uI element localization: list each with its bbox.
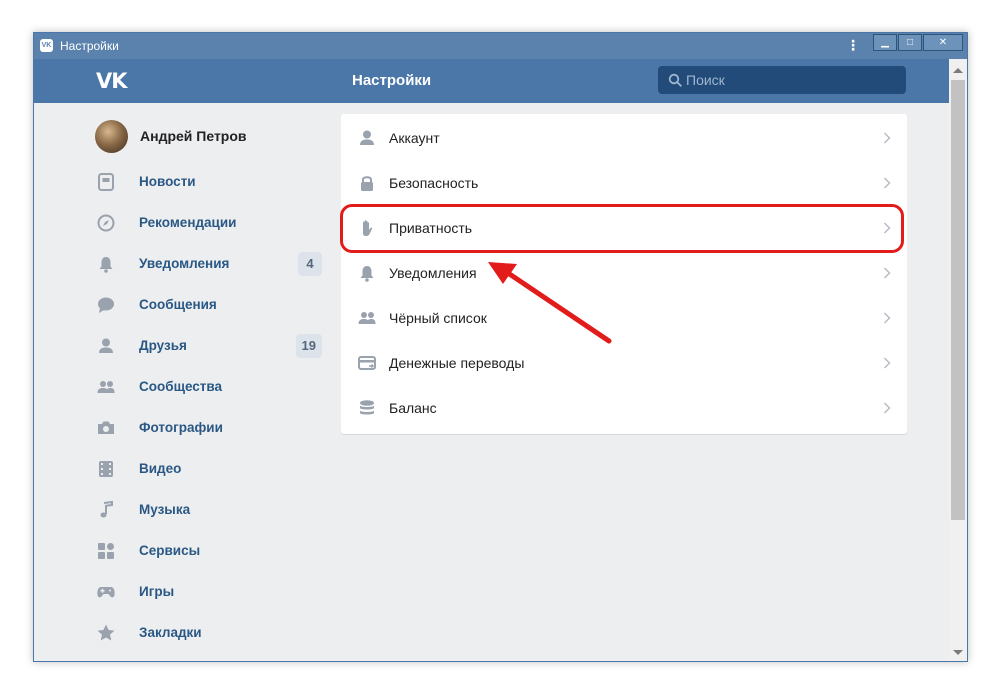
grid-icon (95, 540, 117, 562)
sidebar-item-notifications[interactable]: Уведомления 4 (95, 243, 322, 284)
sidebar-item-photos[interactable]: Фотографии (95, 407, 322, 448)
chevron-right-icon (883, 402, 891, 414)
sidebar-item-music[interactable]: Музыка (95, 489, 322, 530)
star-icon (95, 622, 117, 644)
chevron-right-icon (883, 132, 891, 144)
top-header: VK Настройки (34, 59, 949, 103)
notification-count-badge: 4 (298, 252, 322, 276)
close-button[interactable]: ✕ (923, 34, 963, 51)
sidebar-item-label: Видео (139, 461, 182, 476)
vertical-scrollbar[interactable] (949, 59, 967, 661)
chevron-right-icon (883, 177, 891, 189)
bell-icon (357, 263, 377, 283)
camera-icon (95, 417, 117, 439)
settings-item-label: Баланс (389, 400, 437, 416)
settings-item-security[interactable]: Безопасность (341, 161, 907, 206)
chevron-right-icon (883, 267, 891, 279)
sidebar-nav: Новости Рекомендации Уведомления 4 Сообщ… (95, 161, 322, 653)
bell-icon (95, 253, 117, 275)
sidebar-item-video[interactable]: Видео (95, 448, 322, 489)
maximize-button[interactable]: □ (898, 34, 922, 51)
sidebar-item-label: Уведомления (139, 256, 230, 271)
people-icon (357, 308, 377, 328)
sidebar-item-messages[interactable]: Сообщения (95, 284, 322, 325)
settings-item-balance[interactable]: Баланс (341, 386, 907, 431)
sidebar-item-label: Сообщества (139, 379, 223, 394)
settings-item-notifications[interactable]: Уведомления (341, 251, 907, 296)
settings-item-label: Аккаунт (389, 130, 440, 146)
settings-item-privacy[interactable]: Приватность (341, 206, 907, 251)
profile-link[interactable]: Андрей Петров (95, 119, 247, 153)
sidebar-item-bookmarks[interactable]: Закладки (95, 612, 322, 653)
sidebar-item-label: Игры (139, 584, 175, 599)
settings-item-label: Денежные переводы (389, 355, 525, 371)
film-icon (95, 458, 117, 480)
person-icon (95, 335, 117, 357)
hand-icon (357, 218, 377, 238)
page-title: Настройки (352, 72, 432, 89)
window-title: Настройки (60, 39, 119, 53)
settings-item-label: Безопасность (389, 175, 479, 191)
left-sidebar: Андрей Петров Новости Рекомендации Уведо… (34, 103, 334, 661)
gamepad-icon (95, 581, 117, 603)
minimize-button[interactable]: ▁ (873, 34, 897, 51)
app-icon: VK (40, 39, 53, 52)
sidebar-item-label: Новости (139, 174, 196, 189)
friends-count-badge: 19 (295, 334, 322, 358)
settings-item-label: Приватность (389, 220, 473, 236)
sidebar-item-games[interactable]: Игры (95, 571, 322, 612)
settings-item-money-transfers[interactable]: Денежные переводы (341, 341, 907, 386)
scrollbar-thumb[interactable] (951, 80, 965, 520)
search-box[interactable] (658, 66, 906, 94)
search-input[interactable] (686, 71, 896, 89)
chevron-right-icon (883, 222, 891, 234)
settings-item-account[interactable]: Аккаунт (341, 116, 907, 161)
sidebar-item-friends[interactable]: Друзья 19 (95, 325, 322, 366)
vk-logo[interactable]: VK (96, 69, 128, 93)
search-icon (668, 73, 682, 87)
settings-item-blacklist[interactable]: Чёрный список (341, 296, 907, 341)
chevron-right-icon (883, 357, 891, 369)
sidebar-item-news[interactable]: Новости (95, 161, 322, 202)
scroll-down-arrow-icon[interactable] (953, 650, 963, 655)
settings-item-label: Уведомления (389, 265, 477, 281)
music-note-icon (95, 499, 117, 521)
sidebar-item-label: Рекомендации (139, 215, 237, 230)
sidebar-item-label: Сообщения (139, 297, 217, 312)
coins-icon (357, 398, 377, 418)
card-transfer-icon (357, 353, 377, 373)
compass-icon (95, 212, 117, 234)
avatar[interactable] (95, 119, 128, 153)
sidebar-item-label: Музыка (139, 502, 191, 517)
message-icon (95, 294, 117, 316)
chevron-right-icon (883, 312, 891, 324)
sidebar-item-services[interactable]: Сервисы (95, 530, 322, 571)
people-icon (95, 376, 117, 398)
lock-icon (357, 173, 377, 193)
window-titlebar[interactable]: VK Настройки ⋮ ▁ □ ✕ (34, 33, 967, 59)
sidebar-item-label: Закладки (139, 625, 202, 640)
sidebar-item-label: Друзья (139, 338, 187, 353)
sidebar-item-label: Сервисы (139, 543, 201, 558)
settings-item-label: Чёрный список (389, 310, 487, 326)
sidebar-item-label: Фотографии (139, 420, 223, 435)
sidebar-item-recommendations[interactable]: Рекомендации (95, 202, 322, 243)
sidebar-item-communities[interactable]: Сообщества (95, 366, 322, 407)
profile-name[interactable]: Андрей Петров (140, 128, 247, 144)
window-menu-button[interactable]: ⋮ (846, 36, 860, 54)
news-icon (95, 171, 117, 193)
scroll-up-arrow-icon[interactable] (953, 68, 963, 73)
person-icon (357, 128, 377, 148)
window-controls: ▁ □ ✕ (872, 34, 963, 51)
settings-menu: Аккаунт Безопасность Приватность Уведомл… (341, 114, 907, 434)
app-window: VK Настройки ⋮ ▁ □ ✕ VK Настройки Андрей… (33, 32, 968, 662)
